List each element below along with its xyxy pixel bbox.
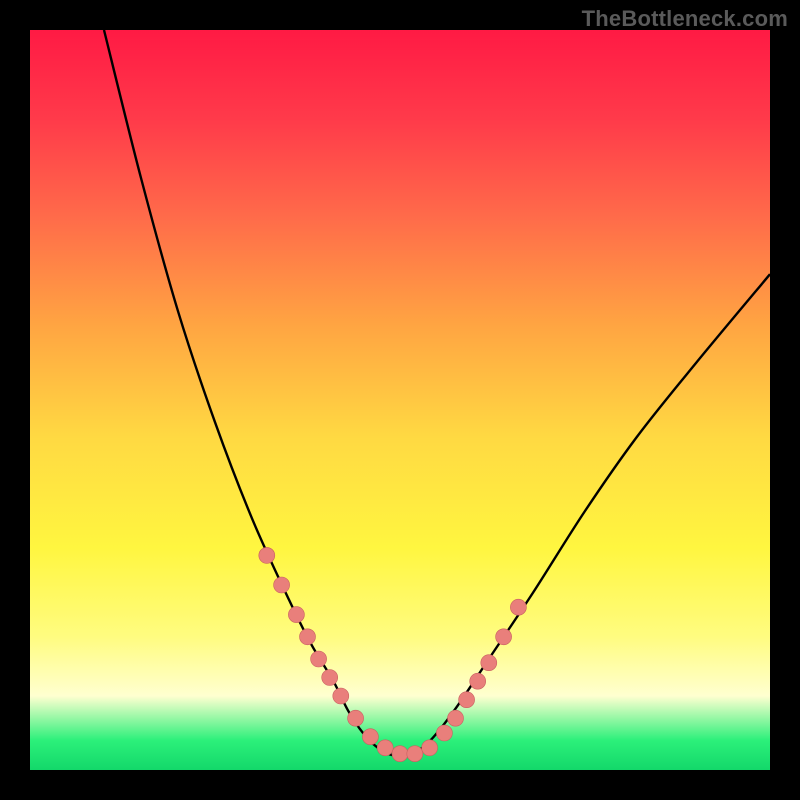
marker-dot bbox=[362, 729, 378, 745]
bottleneck-curve bbox=[104, 30, 770, 756]
watermark-text: TheBottleneck.com bbox=[582, 6, 788, 32]
marker-dot bbox=[407, 746, 423, 762]
marker-dot bbox=[259, 547, 275, 563]
marker-dot bbox=[496, 629, 512, 645]
marker-dot bbox=[422, 740, 438, 756]
marker-group bbox=[259, 547, 527, 761]
marker-dot bbox=[459, 692, 475, 708]
chart-frame: TheBottleneck.com bbox=[0, 0, 800, 800]
marker-dot bbox=[392, 746, 408, 762]
marker-dot bbox=[436, 725, 452, 741]
marker-dot bbox=[311, 651, 327, 667]
marker-dot bbox=[448, 710, 464, 726]
marker-dot bbox=[288, 607, 304, 623]
marker-dot bbox=[470, 673, 486, 689]
plot-area bbox=[30, 30, 770, 770]
curve-svg bbox=[30, 30, 770, 770]
marker-dot bbox=[274, 577, 290, 593]
marker-dot bbox=[348, 710, 364, 726]
marker-dot bbox=[322, 670, 338, 686]
marker-dot bbox=[333, 688, 349, 704]
marker-dot bbox=[510, 599, 526, 615]
marker-dot bbox=[377, 740, 393, 756]
marker-dot bbox=[300, 629, 316, 645]
marker-dot bbox=[481, 655, 497, 671]
